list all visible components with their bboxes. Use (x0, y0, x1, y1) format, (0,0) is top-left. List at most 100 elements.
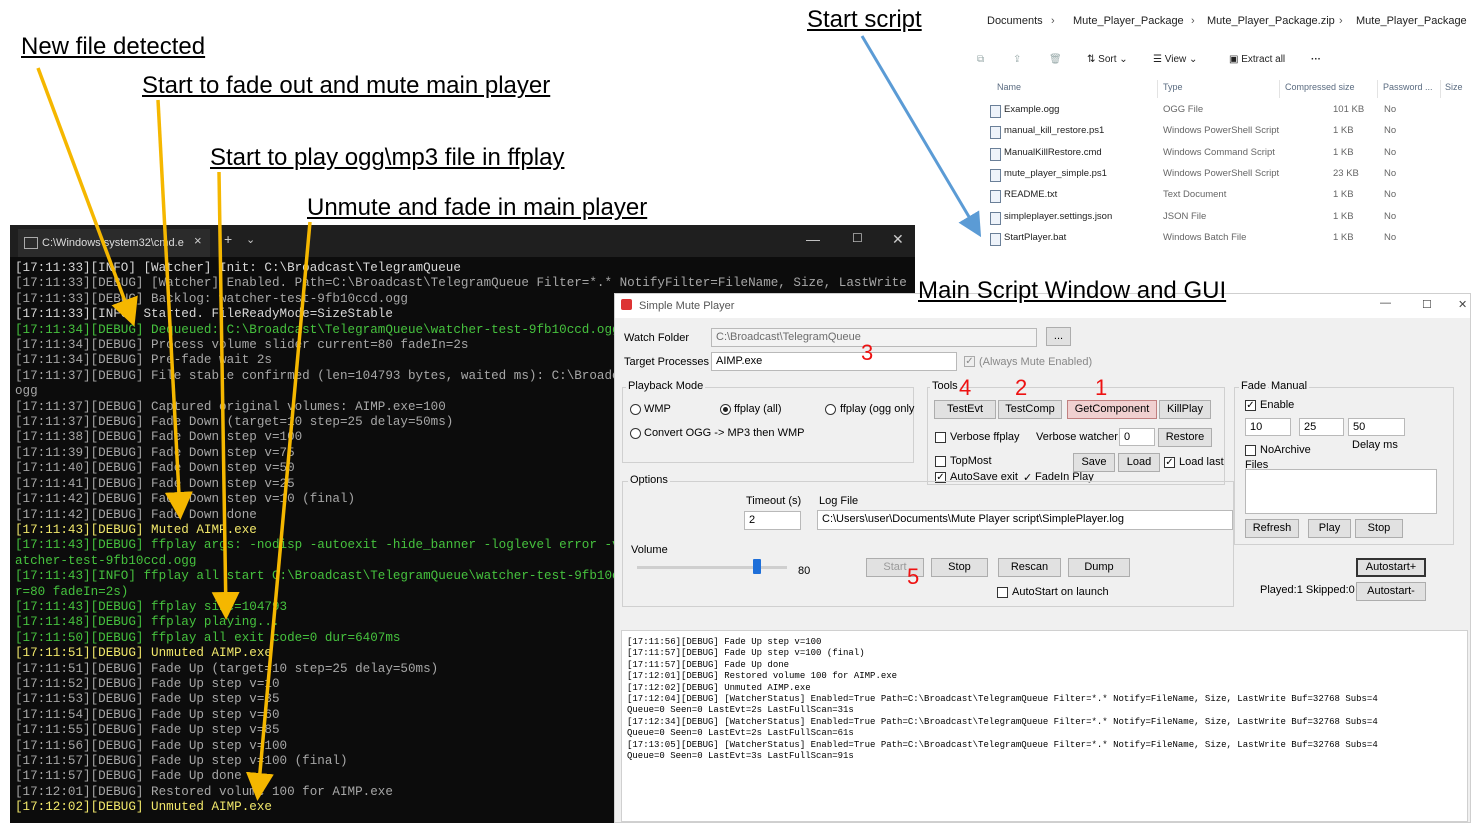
convert-label: Convert OGG -> MP3 then WMP (644, 427, 805, 439)
console-tab[interactable]: C:\Windows\system32\cmd.e × (18, 229, 210, 257)
maximize-icon[interactable]: ☐ (1422, 298, 1432, 311)
file-password: No (1384, 210, 1397, 222)
ffplay-all-radio[interactable] (720, 404, 731, 415)
breadcrumb-item[interactable]: Mute_Player_Package.zip (1207, 15, 1335, 27)
new-tab-icon[interactable]: + (224, 231, 232, 247)
ffplay-ogg-radio[interactable] (825, 404, 836, 415)
verbose-ffplay-checkbox[interactable] (935, 432, 946, 443)
topmost-checkbox[interactable] (935, 456, 946, 467)
getcomponent-button[interactable]: GetComponent (1067, 400, 1157, 419)
save-button[interactable]: Save (1073, 453, 1115, 472)
fade-step-stepper[interactable]: 25 (1299, 418, 1344, 436)
target-processes-input[interactable]: AIMP.exe (711, 352, 957, 371)
close-tab-icon[interactable]: × (194, 233, 202, 248)
extract-all-button[interactable]: ▣ Extract all (1229, 54, 1285, 65)
fade-stop-button[interactable]: Stop (1355, 519, 1403, 538)
fade-label: Fade (1239, 380, 1269, 392)
close-icon[interactable]: ✕ (1458, 298, 1467, 311)
annotation-new-file: New file detected (21, 33, 206, 60)
testcomp-button[interactable]: TestComp (998, 400, 1062, 419)
simple-mute-player-window: Simple Mute Player — ☐ ✕ Watch Folder C:… (614, 293, 1471, 823)
log-line: [17:12:02][DEBUG] Unmuted AIMP.exe (627, 682, 811, 693)
log-line: [17:13:05][DEBUG] [WatcherStatus] Enable… (627, 739, 1378, 750)
file-row[interactable]: Example.ogg OGG File 101 KB No (971, 100, 1471, 121)
file-row[interactable]: StartPlayer.bat Windows Batch File 1 KB No (971, 228, 1471, 249)
column-type[interactable]: Type (1163, 82, 1183, 92)
volume-slider-track[interactable] (637, 566, 787, 569)
restore-button[interactable]: Restore (1158, 428, 1212, 447)
log-line: [17:11:57][DEBUG] Fade Up step v=100 (fi… (627, 648, 865, 659)
breadcrumb-item[interactable]: Mute_Player_Package (1356, 15, 1467, 27)
autostart-minus-button[interactable]: Autostart- (1356, 582, 1426, 601)
more-options-icon[interactable]: ··· (1311, 54, 1321, 65)
log-line: Queue=0 Seen=0 LastEvt=3s LastFullScan=9… (627, 751, 854, 762)
options-label: Options (628, 474, 670, 486)
wmp-label: WMP (644, 403, 671, 415)
dump-button[interactable]: Dump (1068, 558, 1130, 577)
file-icon (990, 147, 1001, 161)
app-icon (621, 299, 632, 310)
column-header: Name Type Compressed size Password ... S… (971, 80, 1471, 98)
fade-target-stepper[interactable]: 10 (1245, 418, 1291, 436)
file-type: Windows Batch File (1163, 231, 1247, 243)
share-icon[interactable]: ⇪ (1013, 54, 1021, 65)
browse-button[interactable]: ... (1046, 327, 1071, 346)
column-password[interactable]: Password ... (1383, 82, 1433, 92)
testevt-button[interactable]: TestEvt (934, 400, 996, 419)
file-row[interactable]: mute_player_simple.ps1 Windows PowerShell… (971, 164, 1471, 185)
view-button[interactable]: ☰ View ⌄ (1153, 54, 1197, 65)
ffplay-all-label: ffplay (all) (734, 403, 782, 415)
convert-radio[interactable] (630, 428, 641, 439)
autostart-plus-button[interactable]: Autostart+ (1356, 558, 1426, 577)
logfile-input[interactable]: C:\Users\user\Documents\Mute Player scri… (817, 510, 1233, 530)
annotation-start-script: Start script (807, 6, 922, 33)
column-name[interactable]: Name (997, 82, 1021, 92)
close-icon[interactable]: ✕ (892, 231, 904, 248)
load-button[interactable]: Load (1118, 453, 1160, 472)
autostart-launch-checkbox[interactable] (997, 587, 1008, 598)
stop-button[interactable]: Stop (931, 558, 988, 577)
app-title: Simple Mute Player (639, 300, 735, 312)
fade-enable-checkbox[interactable]: ✓ (1245, 400, 1256, 411)
verbose-level-stepper[interactable]: 0 (1119, 428, 1155, 446)
file-type: Windows Command Script (1163, 146, 1275, 158)
chevron-down-icon[interactable]: ⌄ (246, 233, 255, 246)
delete-icon[interactable]: 🗑 (1049, 54, 1062, 65)
timeout-stepper[interactable]: 2 (744, 511, 801, 530)
volume-slider-thumb[interactable] (753, 559, 761, 574)
log-line: [17:12:04][DEBUG] [WatcherStatus] Enable… (627, 694, 1378, 705)
breadcrumb-item[interactable]: Mute_Player_Package (1073, 15, 1184, 27)
watch-folder-input[interactable]: C:\Broadcast\TelegramQueue (711, 328, 1037, 347)
file-name: StartPlayer.bat (1004, 231, 1067, 243)
chevron-right-icon: › (1339, 15, 1343, 27)
target-processes-label: Target Processes (624, 356, 709, 368)
log-line: [17:11:57][DEBUG] Fade Up done (627, 659, 790, 670)
sort-button[interactable]: ⇅ Sort ⌄ (1087, 54, 1128, 65)
killplay-button[interactable]: KillPlay (1159, 400, 1211, 419)
play-button[interactable]: Play (1308, 519, 1351, 538)
column-size[interactable]: Size (1445, 82, 1463, 92)
fade-delay-stepper[interactable]: 50 (1348, 418, 1405, 436)
files-list[interactable] (1245, 469, 1437, 514)
tools-label: Tools (930, 380, 960, 392)
file-compressed-size: 1 KB (1333, 210, 1354, 222)
noarchive-checkbox[interactable] (1245, 445, 1256, 456)
refresh-button[interactable]: Refresh (1245, 519, 1299, 538)
breadcrumb-item[interactable]: Documents (987, 15, 1043, 27)
file-row[interactable]: ManualKillRestore.cmd Windows Command Scr… (971, 143, 1471, 164)
minimize-icon[interactable]: — (806, 231, 820, 247)
file-row[interactable]: manual_kill_restore.ps1 Windows PowerShel… (971, 121, 1471, 142)
file-name: mute_player_simple.ps1 (1004, 167, 1107, 179)
file-row[interactable]: simpleplayer.settings.json JSON File 1 KB N… (971, 207, 1471, 228)
file-type: JSON File (1163, 210, 1207, 222)
file-row[interactable]: README.txt Text Document 1 KB No (971, 185, 1471, 206)
maximize-icon[interactable]: ☐ (852, 231, 863, 245)
rescan-button[interactable]: Rescan (998, 558, 1061, 577)
load-last-checkbox[interactable]: ✓ (1164, 457, 1175, 468)
minimize-icon[interactable]: — (1380, 297, 1391, 309)
log-line: [17:11:56][DEBUG] Fade Up step v=100 (627, 637, 822, 647)
autostart-launch-label: AutoStart on launch (1012, 586, 1109, 598)
copy-icon[interactable]: ⧉ (977, 54, 984, 65)
column-compressed-size[interactable]: Compressed size (1285, 82, 1355, 92)
wmp-radio[interactable] (630, 404, 641, 415)
